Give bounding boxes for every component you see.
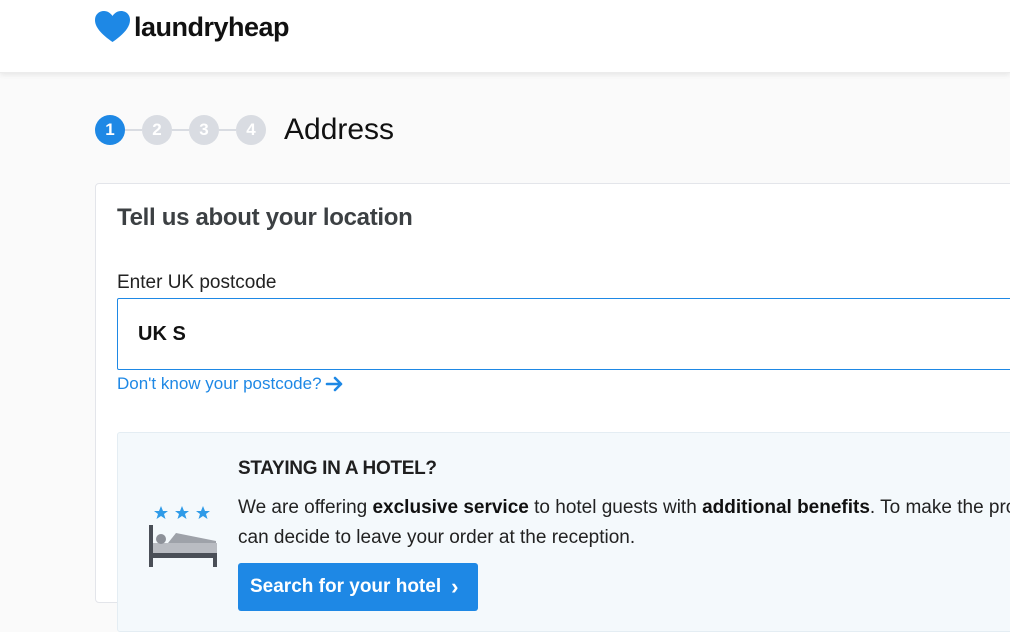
hotel-text-part: can decide to leave your order at the re… — [238, 527, 636, 548]
step-connector — [172, 129, 189, 131]
hotel-description: We are offering exclusive service to hot… — [238, 493, 1010, 553]
laundryheap-logo[interactable]: laundryheap — [95, 11, 290, 43]
arrow-right-icon — [325, 376, 342, 392]
top-header: laundryheap — [0, 0, 1010, 73]
search-hotel-button[interactable]: Search for your hotel › — [238, 563, 478, 611]
page-title: Address — [284, 113, 395, 146]
hotel-text-bold: additional benefits — [702, 497, 870, 518]
hotel-bed-icon — [149, 506, 217, 567]
card-title: Tell us about your location — [117, 204, 413, 231]
logo-wordmark: laundryheap — [134, 12, 290, 42]
checkout-stepper: 1 2 3 4 Address — [95, 114, 394, 146]
step-connector — [219, 129, 236, 131]
postcode-input[interactable] — [117, 298, 1010, 370]
step-4: 4 — [236, 115, 266, 145]
hotel-text-part: . To make the pro — [869, 497, 1010, 518]
step-2: 2 — [142, 115, 172, 145]
step-3: 3 — [189, 115, 219, 145]
hotel-heading: STAYING IN A HOTEL? — [238, 458, 437, 479]
hotel-promo-box: STAYING IN A HOTEL? We are offering excl… — [117, 432, 1010, 632]
postcode-help-link-text: Don't know your postcode? — [117, 374, 322, 393]
hotel-text-bold: exclusive service — [372, 497, 529, 518]
step-1: 1 — [95, 115, 125, 145]
postcode-help-link[interactable]: Don't know your postcode? — [117, 374, 345, 394]
location-card: Tell us about your location Enter UK pos… — [95, 183, 1010, 632]
hotel-text-part: to hotel guests with — [528, 497, 703, 518]
step-connector — [125, 129, 142, 131]
heart-logo-icon — [95, 11, 130, 42]
search-hotel-button-label: Search for your hotel — [250, 576, 442, 597]
hotel-text-part: We are offering — [238, 497, 373, 518]
chevron-right-icon: › — [451, 574, 459, 599]
postcode-label: Enter UK postcode — [117, 272, 277, 293]
